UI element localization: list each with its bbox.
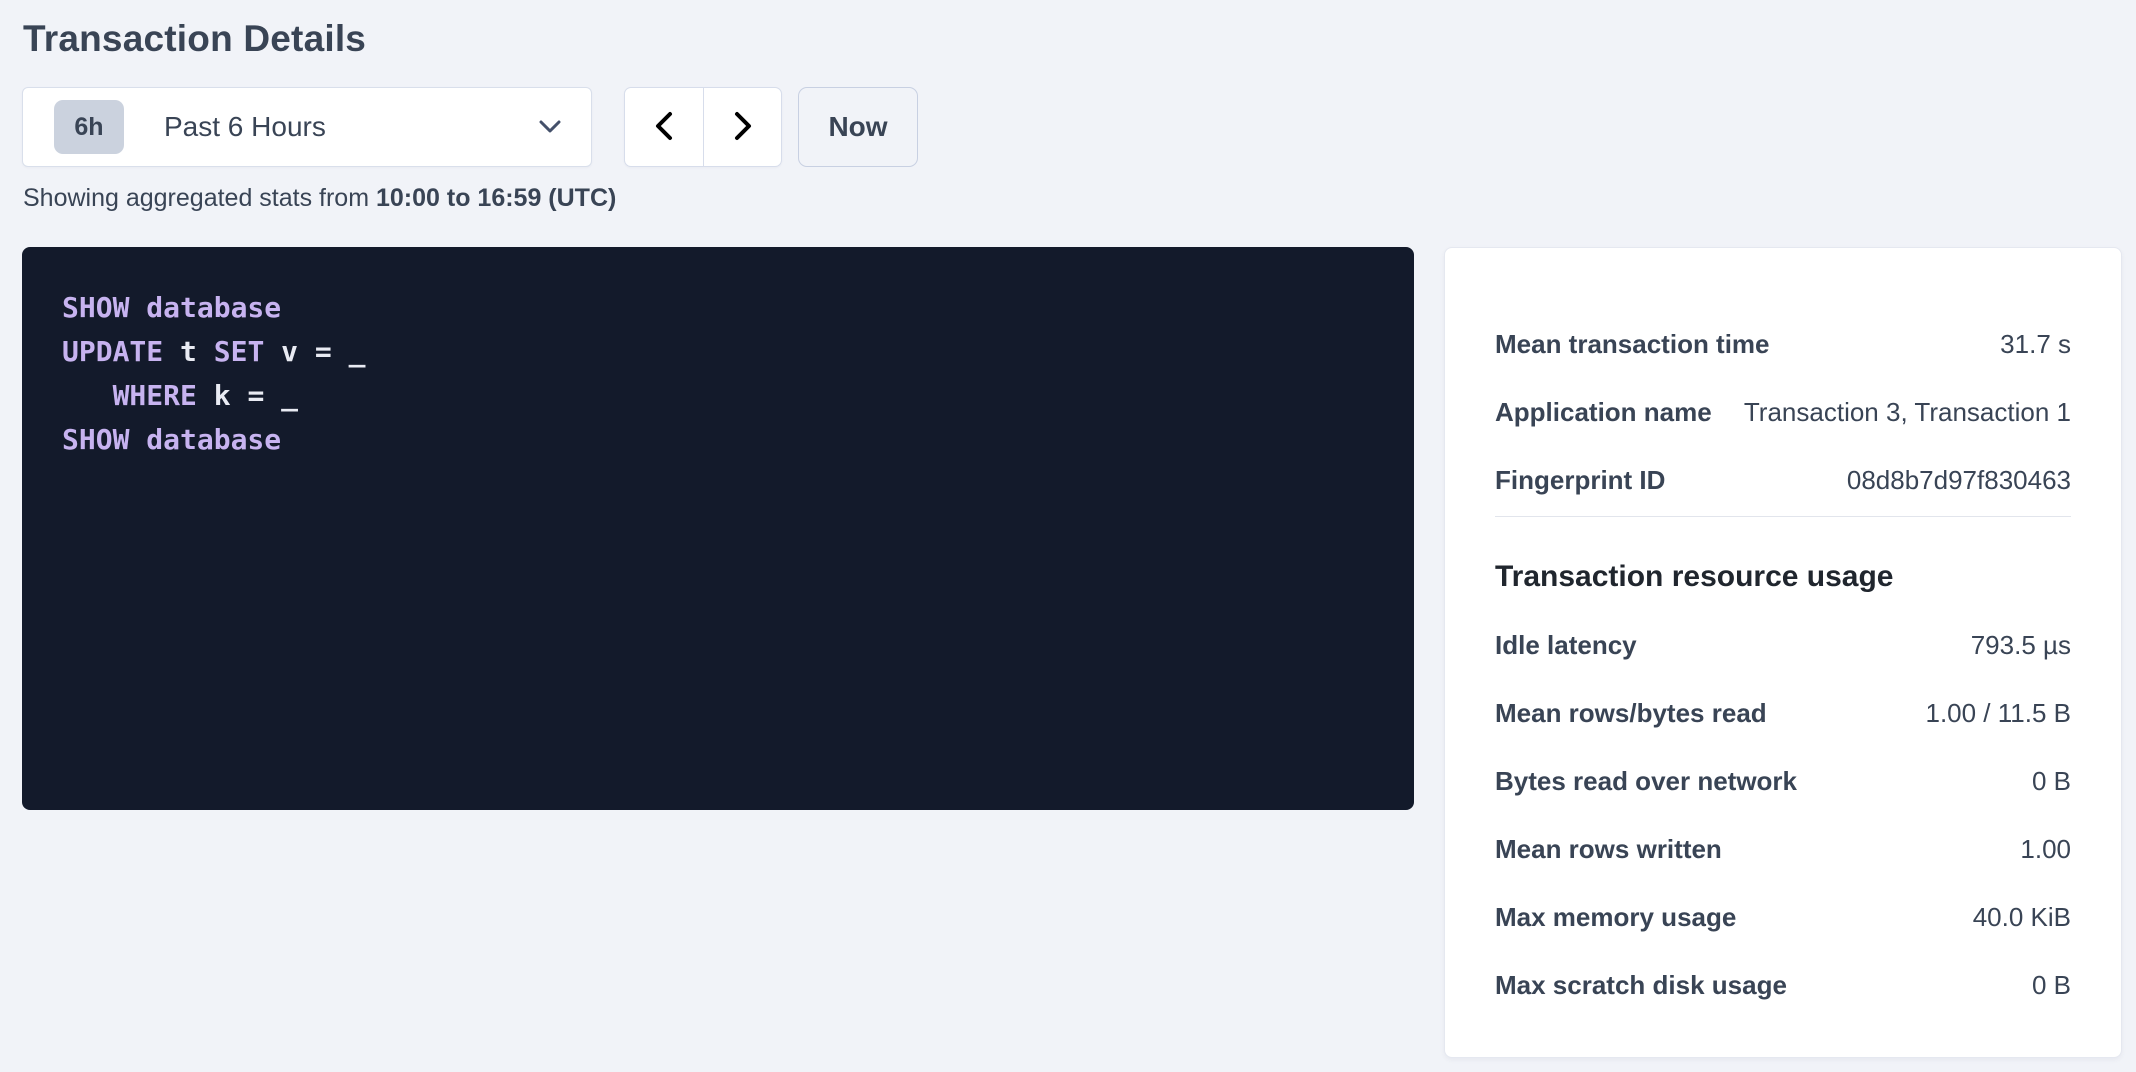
time-range-dropdown[interactable]: 6h Past 6 Hours	[22, 87, 592, 167]
sql-line: SHOW database	[62, 418, 1374, 462]
main-content: SHOW database UPDATE t SET v = _ WHERE k…	[22, 247, 2122, 1058]
previous-time-button[interactable]	[625, 88, 703, 166]
detail-value: 1.00 / 11.5 B	[1925, 698, 2071, 729]
sql-line: UPDATE t SET v = _	[62, 330, 1374, 374]
detail-label: Mean rows/bytes read	[1495, 698, 1767, 729]
detail-label: Fingerprint ID	[1495, 465, 1665, 496]
detail-value: 1.00	[2020, 834, 2071, 865]
detail-row-bytes-read-over-network: Bytes read over network 0 B	[1495, 747, 2071, 815]
now-button[interactable]: Now	[798, 87, 918, 167]
sql-line: SHOW database	[62, 286, 1374, 330]
chevron-left-icon	[651, 109, 677, 146]
detail-row-max-scratch-disk-usage: Max scratch disk usage 0 B	[1495, 951, 2071, 1019]
time-range-badge: 6h	[54, 100, 124, 154]
detail-row-max-memory-usage: Max memory usage 40.0 KiB	[1495, 883, 2071, 951]
summary-rows: Mean transaction time 31.7 s Application…	[1495, 310, 2071, 514]
stats-caption-range: 10:00 to 16:59 (UTC)	[376, 184, 616, 212]
resource-rows: Idle latency 793.5 µs Mean rows/bytes re…	[1495, 611, 2071, 1019]
chevron-down-icon	[535, 117, 565, 137]
detail-value: Transaction 3, Transaction 1	[1744, 397, 2071, 428]
detail-row-idle-latency: Idle latency 793.5 µs	[1495, 611, 2071, 679]
detail-value: 0 B	[2032, 766, 2071, 797]
detail-row-application-name: Application name Transaction 3, Transact…	[1495, 378, 2071, 446]
transaction-details-page: Transaction Details 6h Past 6 Hours	[0, 0, 2136, 1058]
chevron-right-icon	[730, 109, 756, 146]
detail-label: Mean transaction time	[1495, 329, 1770, 360]
stats-caption-prefix: Showing aggregated stats from	[23, 184, 376, 212]
next-time-button[interactable]	[703, 88, 781, 166]
resource-usage-heading: Transaction resource usage	[1495, 557, 2071, 597]
detail-label: Bytes read over network	[1495, 766, 1797, 797]
transaction-details-card: Mean transaction time 31.7 s Application…	[1444, 247, 2122, 1058]
page-title: Transaction Details	[23, 18, 2122, 60]
detail-row-fingerprint-id: Fingerprint ID 08d8b7d97f830463	[1495, 446, 2071, 514]
detail-label: Application name	[1495, 397, 1712, 428]
sql-statement-panel: SHOW database UPDATE t SET v = _ WHERE k…	[22, 247, 1414, 810]
aggregated-stats-caption: Showing aggregated stats from 10:00 to 1…	[23, 184, 2122, 213]
time-controls: 6h Past 6 Hours	[22, 87, 2122, 167]
detail-value: 793.5 µs	[1971, 630, 2071, 661]
detail-value: 0 B	[2032, 970, 2071, 1001]
detail-value: 40.0 KiB	[1973, 902, 2071, 933]
detail-label: Mean rows written	[1495, 834, 1722, 865]
detail-row-mean-rows-written: Mean rows written 1.00	[1495, 815, 2071, 883]
detail-value: 08d8b7d97f830463	[1847, 465, 2071, 496]
time-range-label: Past 6 Hours	[164, 111, 535, 143]
detail-value: 31.7 s	[2000, 329, 2071, 360]
detail-row-mean-transaction-time: Mean transaction time 31.7 s	[1495, 310, 2071, 378]
time-step-button-group	[624, 87, 782, 167]
detail-label: Max scratch disk usage	[1495, 970, 1787, 1001]
card-divider	[1495, 516, 2071, 517]
detail-label: Idle latency	[1495, 630, 1637, 661]
detail-label: Max memory usage	[1495, 902, 1736, 933]
sql-line: WHERE k = _	[62, 374, 1374, 418]
detail-row-mean-rows-bytes-read: Mean rows/bytes read 1.00 / 11.5 B	[1495, 679, 2071, 747]
sql-statement: SHOW database UPDATE t SET v = _ WHERE k…	[62, 286, 1374, 462]
